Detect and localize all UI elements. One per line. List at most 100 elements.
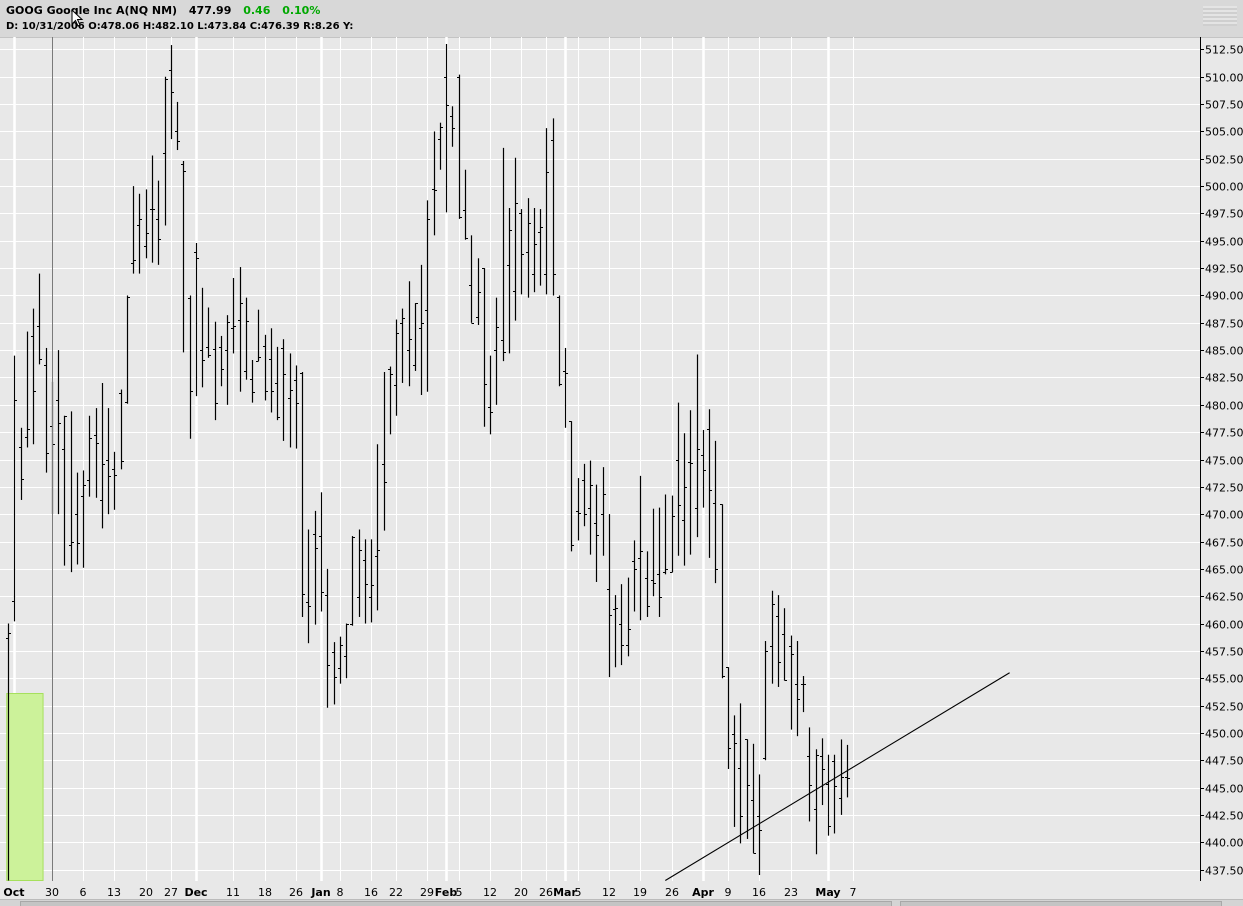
ohlc-bar [613,595,618,668]
y-tick-label: 480.00 [1205,400,1243,413]
y-tick-label: 445.00 [1205,783,1243,796]
x-tick-label: 29 [420,886,434,899]
x-axis: Oct 30 6 13 20 27 Dec 11 18 26 Jan 8 16 22 29 Feb5 12 20 2… [3,886,856,899]
y-tick-label: 510.00 [1205,72,1243,85]
trendline [665,672,1010,881]
ohlc-bar [538,209,543,286]
price-chart[interactable]: 437.50 440.00 442.50 445.00 447.50 450.00 452.… [0,0,1243,906]
ohlc-bar [219,335,224,387]
x-tick-label: 11 [226,886,240,899]
ohlc-bar [469,235,474,324]
ohlc-bar [163,76,168,226]
ohlc-bar [438,122,443,170]
x-tick-label: 23 [784,886,798,899]
ohlc-bar [319,492,324,612]
x-tick-label: Oct [3,886,24,899]
ohlc-bar [350,536,355,626]
ohlc-bar [100,382,105,529]
ohlc-bar [144,189,149,259]
y-tick-label: 475.00 [1205,455,1243,468]
ohlc-bar [25,331,30,448]
x-tick-label: 6 [80,886,87,899]
ohlc-bar [119,389,124,470]
ohlc-bar [125,295,130,404]
ohlc-bar [94,408,99,498]
ohlc-bar [444,43,449,213]
ohlc-bar [156,180,161,265]
ohlc-bar [789,635,794,730]
ohlc-bar [763,641,768,761]
x-tick-label: May [815,886,840,899]
ohlc-bar [407,281,412,387]
ohlc-bar [44,347,49,473]
ohlc-bar [695,354,700,538]
ohlc-bar [507,207,512,354]
y-tick-label: 500.00 [1205,181,1243,194]
ohlc-bar [770,590,775,684]
ohlc-bar [544,128,549,295]
ohlc-bar [594,484,599,582]
ohlc-bar [413,303,418,371]
ohlc-bar [419,264,424,395]
ohlc-bar [87,415,92,497]
mouse-pointer-icon [71,8,84,27]
ohlc-bar [194,242,199,397]
ohlc-bar [688,410,693,555]
ohlc-bar [807,727,812,822]
ohlc-bar [814,749,819,855]
y-tick-label: 492.50 [1205,263,1243,276]
ohlc-bar [720,504,725,679]
x-tick-label: 20 [514,886,528,899]
y-tick-label: 505.00 [1205,126,1243,139]
ohlc-bar [338,636,343,684]
ohlc-bar [638,475,643,621]
ohlc-bar [344,623,349,679]
ohlc-bar [532,207,537,293]
ohlc-bar [75,472,80,565]
ohlc-bar [269,328,274,413]
horizontal-scrollbar[interactable] [0,899,1243,906]
ohlc-bar [738,703,743,844]
ohlc-bar [726,667,731,769]
x-tick-label: 19 [633,886,647,899]
x-tick-label: 26 [665,886,679,899]
ohlc-bar [557,295,562,387]
ohlc-bar [394,319,399,416]
ohlc-bar [200,287,205,388]
ohlc-bar [231,277,236,354]
ohlc-bar [732,715,737,827]
ohlc-bar [150,155,155,263]
y-tick-label: 482.50 [1205,372,1243,385]
ohlc-bar [519,209,524,295]
y-tick-label: 477.50 [1205,427,1243,440]
ohlc-bar [375,444,380,611]
y-tick-label: 437.50 [1205,865,1243,878]
scrollbar-thumb-secondary[interactable] [900,901,1222,906]
ohlc-bar [300,372,305,617]
x-tick-label: 30 [45,886,59,899]
x-tick-label: 20 [139,886,153,899]
ohlc-bar [188,295,193,439]
ohlc-bar [250,359,255,403]
ohlc-bar [820,738,825,806]
ohlc-bar [463,169,468,240]
x-tick-label: Dec [184,886,207,899]
highlight-rect [6,693,44,881]
x-tick-label: Jan [310,886,330,899]
y-tick-label: 457.50 [1205,646,1243,659]
x-tick-label: 22 [389,886,403,899]
x-tick-label: 18 [258,886,272,899]
ohlc-bar [388,366,393,435]
x-tick-label: 12 [602,886,616,899]
ohlc-bar [663,494,668,575]
scrollbar-thumb[interactable] [20,901,892,906]
y-tick-label: 455.00 [1205,673,1243,686]
ohlc-bar [569,421,574,552]
ohlc-bar [839,739,844,815]
ohlc-bar [651,508,656,597]
ohlc-bar [306,529,311,644]
ohlc-bar [281,339,286,441]
ohlc-bar [382,372,387,531]
y-tick-label: 495.00 [1205,236,1243,249]
y-tick-label: 467.50 [1205,537,1243,550]
